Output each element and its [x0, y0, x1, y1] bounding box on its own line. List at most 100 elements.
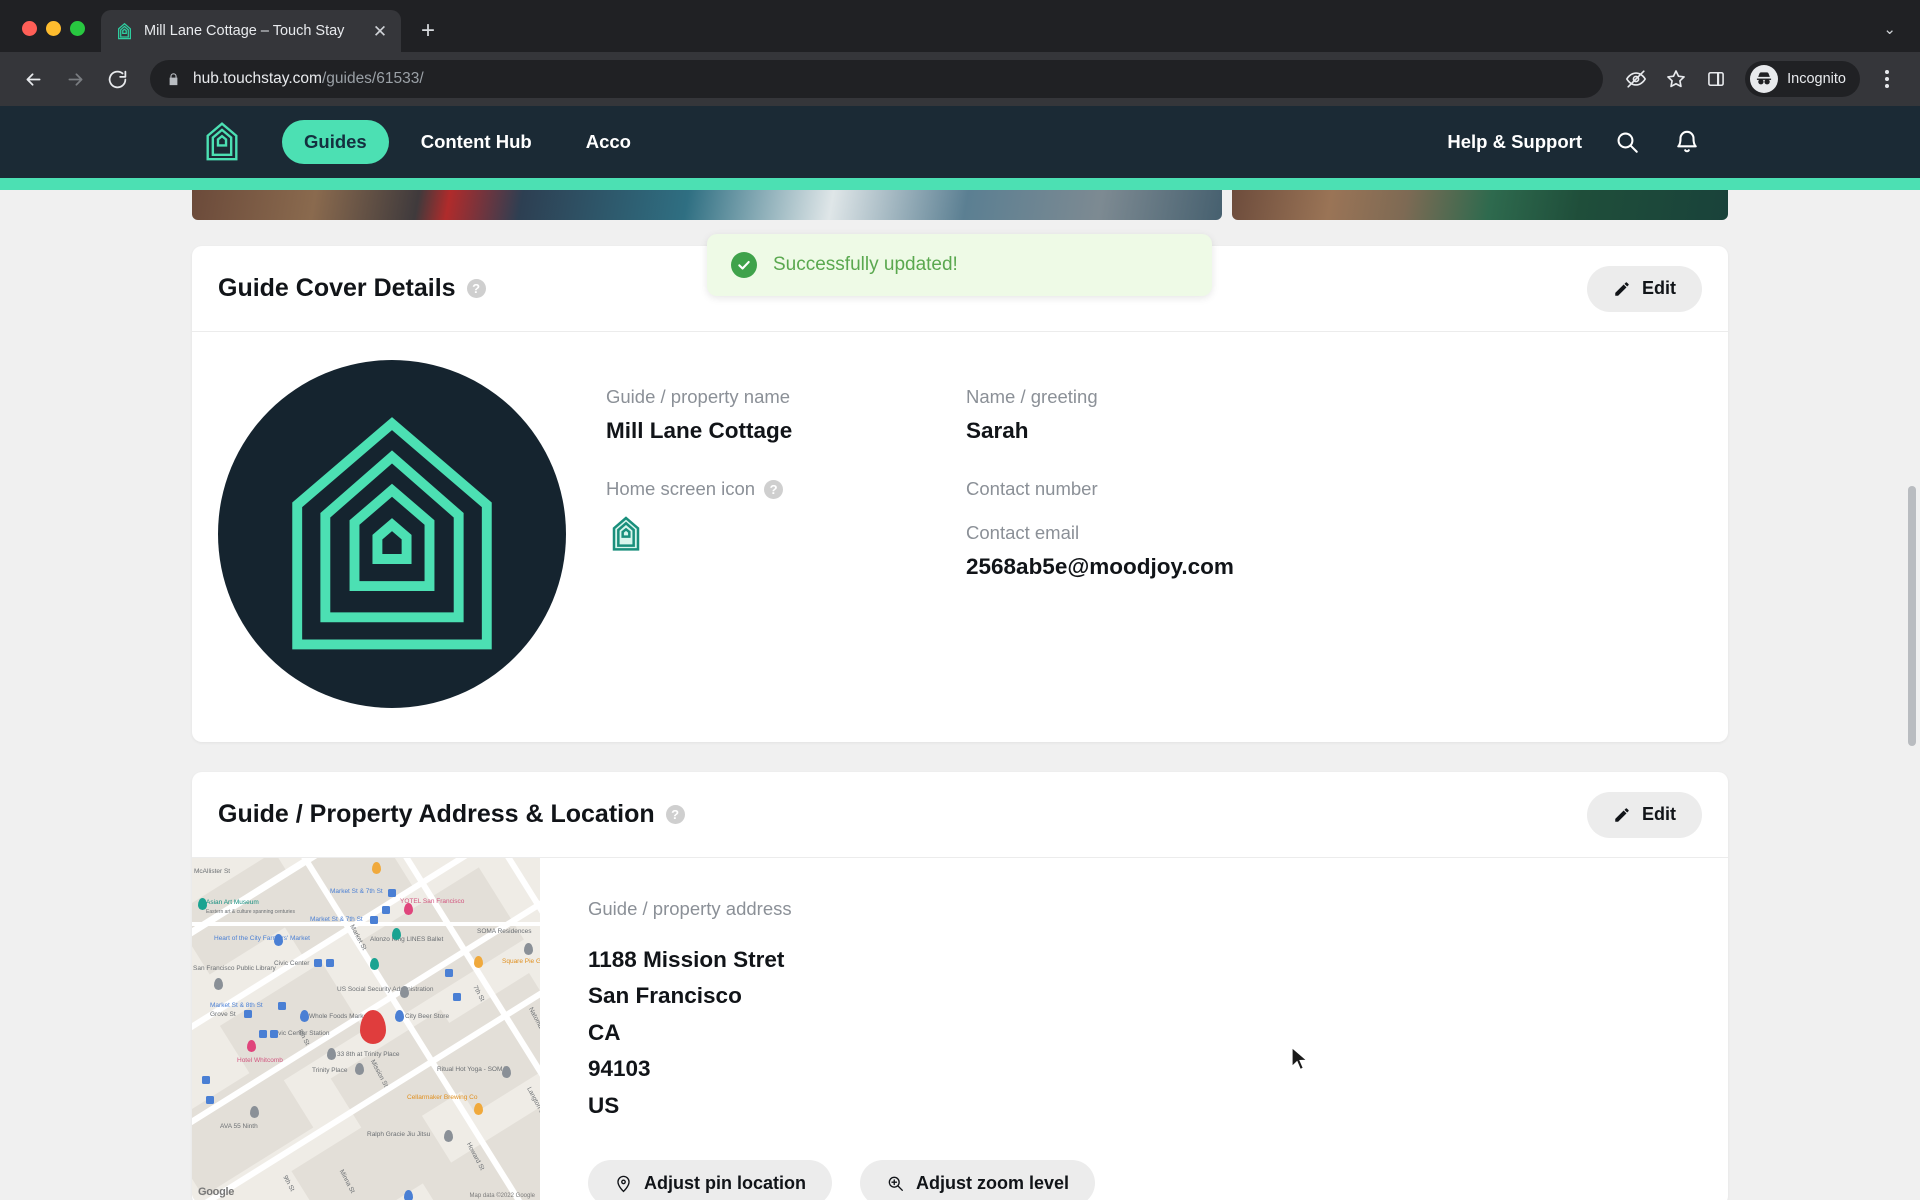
guide-cover-fields-left: Guide / property name Mill Lane Cottage …	[606, 386, 966, 708]
guide-address-location-title: Guide / Property Address & Location	[218, 800, 655, 828]
app-nav-links: Guides Content Hub Acco	[282, 120, 653, 164]
map-pin-icon	[614, 1174, 633, 1193]
profile-incognito-indicator[interactable]: Incognito	[1745, 61, 1860, 97]
browser-tab[interactable]: Mill Lane Cottage – Touch Stay ✕	[101, 10, 401, 52]
nav-item-account[interactable]: Acco	[564, 120, 653, 164]
map-label: Market St & 7th St	[330, 888, 383, 895]
map-transit-marker	[244, 1010, 252, 1018]
map-poi-pin	[474, 956, 483, 968]
reload-button[interactable]	[98, 60, 136, 98]
map-poi-pin	[395, 1010, 404, 1022]
map-transit-marker	[278, 1002, 286, 1010]
close-tab-button[interactable]: ✕	[369, 20, 391, 42]
tab-title: Mill Lane Cottage – Touch Stay	[144, 23, 345, 39]
browser-window: Mill Lane Cottage – Touch Stay ✕ + ⌄ hub…	[0, 0, 1920, 1200]
touch-stay-logo[interactable]	[198, 118, 246, 166]
nav-item-guides[interactable]: Guides	[282, 120, 389, 164]
page-scrollbar-thumb[interactable]	[1908, 486, 1916, 746]
map-label: McAllister St	[194, 868, 231, 875]
browser-tabstrip: Mill Lane Cottage – Touch Stay ✕ + ⌄	[0, 0, 1920, 52]
guide-address-body: McAllister St Asian Art Museum Eastern a…	[192, 858, 1728, 1200]
map-poi-pin	[404, 903, 413, 915]
bookmark-star-icon[interactable]	[1657, 60, 1695, 98]
nav-item-content-hub[interactable]: Content Hub	[399, 120, 554, 164]
nav-help-support[interactable]: Help & Support	[1447, 131, 1582, 153]
map-label: Civic Center	[274, 960, 310, 967]
map-poi-pin	[392, 928, 401, 940]
help-question-icon[interactable]: ?	[665, 805, 685, 824]
mouse-cursor	[1290, 1046, 1310, 1077]
map-label: Market St & 7th St	[310, 916, 363, 923]
map-transit-marker	[202, 1076, 210, 1084]
field-contact-number-label: Contact number	[966, 478, 1098, 499]
eye-slash-icon[interactable]	[1617, 60, 1655, 98]
map-poi-pin	[372, 862, 381, 874]
app-nav-right: Help & Support	[1447, 127, 1882, 157]
help-question-icon[interactable]: ?	[466, 279, 486, 298]
map-poi-pin	[474, 1103, 483, 1115]
pencil-icon	[1613, 806, 1631, 824]
browser-toolbar: hub.touchstay.com/guides/61533/ Incognit…	[0, 52, 1920, 106]
minimize-window-button[interactable]	[46, 21, 61, 36]
bell-icon[interactable]	[1672, 127, 1702, 157]
cover-image-secondary[interactable]	[1232, 190, 1728, 220]
browser-menu-button[interactable]	[1868, 60, 1906, 98]
map-location-pin	[360, 1010, 386, 1044]
back-button[interactable]	[14, 60, 52, 98]
map-poi-pin	[250, 1106, 259, 1118]
tab-search-chevron-down-icon[interactable]: ⌄	[1883, 20, 1920, 52]
map-label: Heart of the City Farmers' Market	[214, 935, 310, 942]
field-home-screen-icon-label: Home screen icon ?	[606, 478, 966, 500]
close-window-button[interactable]	[22, 21, 37, 36]
adjust-pin-location-label: Adjust pin location	[644, 1172, 806, 1193]
map-label: Square Pie Guys	[502, 958, 540, 965]
toolbar-right-actions: Incognito	[1617, 60, 1906, 98]
field-home-screen-icon-text: Home screen icon	[606, 478, 756, 499]
adjust-zoom-level-label: Adjust zoom level	[916, 1172, 1070, 1193]
map-poi-pin	[274, 934, 283, 946]
touchstay-house-icon	[115, 22, 134, 41]
forward-button[interactable]	[56, 60, 94, 98]
guide-avatar	[218, 360, 566, 708]
map-transit-marker	[445, 969, 453, 977]
url-path: /guides/61533/	[321, 70, 424, 87]
address-bar[interactable]: hub.touchstay.com/guides/61533/	[150, 60, 1604, 98]
adjust-pin-location-button[interactable]: Adjust pin location	[588, 1160, 832, 1200]
guide-cover-details-title: Guide Cover Details	[218, 274, 456, 302]
guide-cover-images-strip	[192, 190, 1728, 220]
map-transit-marker	[382, 906, 390, 914]
guide-address-label: Guide / property address	[588, 898, 792, 919]
edit-cover-button[interactable]: Edit	[1587, 265, 1702, 312]
nav-item-account-label: Acco	[585, 131, 631, 152]
guide-address-location-card: Guide / Property Address & Location ? Ed…	[192, 772, 1728, 1200]
adjust-zoom-level-button[interactable]: Adjust zoom level	[860, 1160, 1096, 1200]
map-label: Hotel Whitcomb	[237, 1057, 283, 1064]
guide-cover-details-body: Guide / property name Mill Lane Cottage …	[192, 332, 1728, 742]
nav-item-guides-label: Guides	[304, 131, 367, 152]
map-poi-pin	[355, 1063, 364, 1075]
field-contact-email: Contact email 2568ab5e@moodjoy.com	[966, 522, 1702, 580]
edit-address-label: Edit	[1642, 804, 1676, 824]
map-label: 33 8th at Trinity Place	[337, 1051, 400, 1058]
side-panel-icon[interactable]	[1697, 60, 1735, 98]
guide-address-location-header: Guide / Property Address & Location ? Ed…	[192, 772, 1728, 858]
map-label: Trinity Place	[312, 1067, 348, 1074]
map-poi-pin	[370, 958, 379, 970]
field-name-greeting-value: Sarah	[966, 418, 1029, 443]
field-name-greeting: Name / greeting Sarah	[966, 386, 1702, 444]
help-question-icon[interactable]: ?	[764, 479, 784, 499]
search-icon[interactable]	[1612, 127, 1642, 157]
new-tab-button[interactable]: +	[411, 14, 445, 48]
edit-address-button[interactable]: Edit	[1587, 791, 1702, 838]
map-label: Eastern art & culture spanning centuries	[206, 909, 295, 915]
location-map-thumbnail[interactable]: McAllister St Asian Art Museum Eastern a…	[192, 858, 540, 1200]
field-guide-property-name: Guide / property name Mill Lane Cottage	[606, 386, 966, 444]
map-label: AVA 55 Ninth	[220, 1123, 258, 1130]
map-label: Asian Art Museum	[206, 899, 259, 906]
map-poi-pin	[300, 1010, 309, 1022]
cover-image-primary[interactable]	[192, 190, 1222, 220]
toast-message: Successfully updated!	[773, 254, 958, 275]
url-host: hub.touchstay.com	[193, 70, 322, 87]
maximize-window-button[interactable]	[70, 21, 85, 36]
pencil-icon	[1613, 280, 1631, 298]
